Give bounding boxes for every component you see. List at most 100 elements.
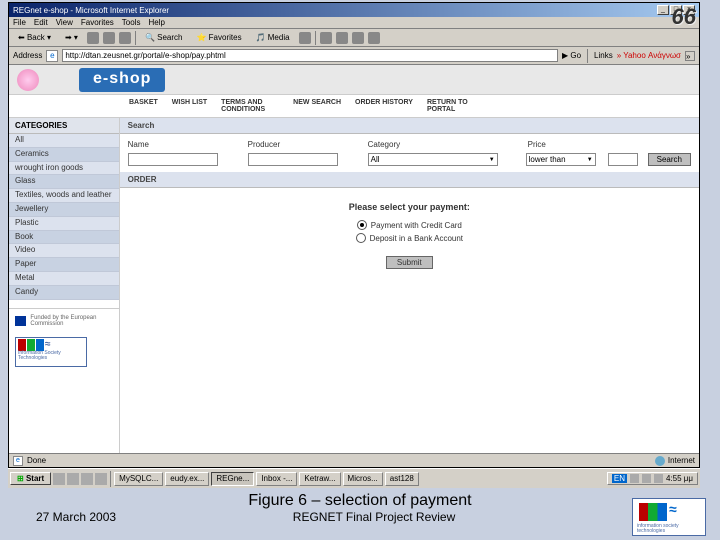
browser-window: REGnet e-shop - Microsoft Internet Explo… xyxy=(8,2,700,468)
taskbar: ⊞ Start MySQLC... eudy.ex... REGne... In… xyxy=(8,468,700,488)
search-button[interactable]: Search xyxy=(648,153,691,166)
address-input[interactable]: http://dtan.zeusnet.gr/portal/e-shop/pay… xyxy=(62,49,558,62)
tray-clock: 4:55 μμ xyxy=(666,474,693,483)
shop-logo-icon xyxy=(17,69,39,91)
quicklaunch-icon[interactable] xyxy=(67,473,79,485)
shop-header: e-shop xyxy=(9,65,699,95)
cat-jewellery[interactable]: Jewellery xyxy=(9,203,119,217)
cat-candy[interactable]: Candy xyxy=(9,286,119,300)
cat-book[interactable]: Book xyxy=(9,231,119,245)
ist-logo-small: ≈ Information Society Technologies xyxy=(15,337,87,367)
system-tray: EN 4:55 μμ xyxy=(607,472,698,485)
shop-brand: e-shop xyxy=(79,68,165,92)
submit-button[interactable]: Submit xyxy=(386,256,433,269)
links-item[interactable]: » Yahoo Ανάγνωσ xyxy=(617,51,681,60)
taskbar-item[interactable]: MySQLC... xyxy=(114,472,163,486)
links-overflow-icon[interactable]: » xyxy=(685,51,695,61)
eu-flag-icon xyxy=(15,316,26,326)
nav-newsearch[interactable]: NEW SEARCH xyxy=(293,99,341,113)
taskbar-item[interactable]: eudy.ex... xyxy=(165,472,209,486)
nav-basket[interactable]: BASKET xyxy=(129,99,158,113)
search-labels: Name Producer Category Price xyxy=(120,134,699,153)
cat-metal[interactable]: Metal xyxy=(9,272,119,286)
media-button[interactable]: 🎵 Media xyxy=(251,31,295,44)
edit-icon[interactable] xyxy=(352,32,364,44)
slide-footer: 27 March 2003 REGNET Final Project Revie… xyxy=(0,498,720,536)
label-producer: Producer xyxy=(248,140,338,149)
forward-button[interactable]: ➡ ▾ xyxy=(60,31,83,44)
cat-glass[interactable]: Glass xyxy=(9,175,119,189)
slide-review-title: REGNET Final Project Review xyxy=(116,510,632,524)
slide-date: 27 March 2003 xyxy=(36,510,116,524)
menu-edit[interactable]: Edit xyxy=(34,18,48,27)
back-button[interactable]: ⬅ Back ▾ xyxy=(13,31,56,44)
nav-return[interactable]: RETURN TO PORTAL xyxy=(427,99,485,113)
radio-icon xyxy=(356,233,366,243)
producer-input[interactable] xyxy=(248,153,338,166)
quicklaunch-icon[interactable] xyxy=(81,473,93,485)
stop-icon[interactable] xyxy=(87,32,99,44)
start-button[interactable]: ⊞ Start xyxy=(10,472,51,485)
page-content: e-shop BASKET WISH LIST TERMS AND CONDIT… xyxy=(9,65,699,453)
label-name: Name xyxy=(128,140,218,149)
pay-option-creditcard[interactable]: Payment with Credit Card xyxy=(120,220,699,230)
cat-all[interactable]: All xyxy=(9,134,119,148)
taskbar-item[interactable]: Inbox -... xyxy=(256,472,297,486)
status-bar: e Done Internet xyxy=(9,453,699,467)
slide-number: 66 xyxy=(672,4,696,30)
shop-nav: BASKET WISH LIST TERMS AND CONDITIONS NE… xyxy=(9,95,699,118)
favorites-button[interactable]: ⭐ Favorites xyxy=(191,31,246,44)
label-category: Category xyxy=(368,140,498,149)
cat-plastic[interactable]: Plastic xyxy=(9,217,119,231)
menubar: File Edit View Favorites Tools Help xyxy=(9,17,699,29)
cat-video[interactable]: Video xyxy=(9,244,119,258)
taskbar-item[interactable]: ast128 xyxy=(385,472,419,486)
search-button[interactable]: 🔍 Search xyxy=(140,31,188,44)
sidebar-header: CATEGORIES xyxy=(9,118,119,134)
taskbar-item-active[interactable]: REGne... xyxy=(211,472,254,486)
nav-orderhistory[interactable]: ORDER HISTORY xyxy=(355,99,413,113)
address-bar: Address e http://dtan.zeusnet.gr/portal/… xyxy=(9,47,699,65)
taskbar-item[interactable]: Micros... xyxy=(343,472,383,486)
discuss-icon[interactable] xyxy=(368,32,380,44)
cat-iron[interactable]: wrought iron goods xyxy=(9,162,119,176)
order-section-header: ORDER xyxy=(120,172,699,188)
tray-lang[interactable]: EN xyxy=(612,474,627,483)
history-icon[interactable] xyxy=(299,32,311,44)
ist-logo: ≈ information society technologies xyxy=(632,498,706,536)
cat-textiles[interactable]: Textiles, woods and leather xyxy=(9,189,119,203)
cat-ceramics[interactable]: Ceramics xyxy=(9,148,119,162)
tray-icon[interactable] xyxy=(630,474,639,483)
go-button[interactable]: ▶ Go xyxy=(562,51,581,60)
page-icon: e xyxy=(46,50,58,62)
minimize-button[interactable]: _ xyxy=(657,5,669,15)
mail-icon[interactable] xyxy=(320,32,332,44)
refresh-icon[interactable] xyxy=(103,32,115,44)
taskbar-item[interactable]: Ketraw... xyxy=(299,472,340,486)
pay-option-bank[interactable]: Deposit in a Bank Account xyxy=(120,233,699,243)
search-section-header: Search xyxy=(120,118,699,134)
price-input[interactable] xyxy=(608,153,638,166)
tray-icon[interactable] xyxy=(654,474,663,483)
menu-tools[interactable]: Tools xyxy=(122,18,141,27)
name-input[interactable] xyxy=(128,153,218,166)
nav-wishlist[interactable]: WISH LIST xyxy=(172,99,207,113)
links-label: Links xyxy=(594,51,613,60)
payment-prompt: Please select your payment: xyxy=(120,202,699,212)
menu-file[interactable]: File xyxy=(13,18,26,27)
cat-paper[interactable]: Paper xyxy=(9,258,119,272)
tray-icon[interactable] xyxy=(642,474,651,483)
window-titlebar: REGnet e-shop - Microsoft Internet Explo… xyxy=(9,3,699,17)
home-icon[interactable] xyxy=(119,32,131,44)
nav-terms[interactable]: TERMS AND CONDITIONS xyxy=(221,99,279,113)
menu-help[interactable]: Help xyxy=(148,18,164,27)
category-select[interactable]: All▼ xyxy=(368,153,498,166)
nav-toolbar: ⬅ Back ▾ ➡ ▾ 🔍 Search ⭐ Favorites 🎵 Medi… xyxy=(9,29,699,47)
menu-view[interactable]: View xyxy=(56,18,73,27)
print-icon[interactable] xyxy=(336,32,348,44)
quicklaunch-icon[interactable] xyxy=(53,473,65,485)
funding-note: Funded by the European Commission xyxy=(9,308,119,333)
price-select[interactable]: lower than▼ xyxy=(526,153,596,166)
menu-favorites[interactable]: Favorites xyxy=(81,18,114,27)
quicklaunch-icon[interactable] xyxy=(95,473,107,485)
